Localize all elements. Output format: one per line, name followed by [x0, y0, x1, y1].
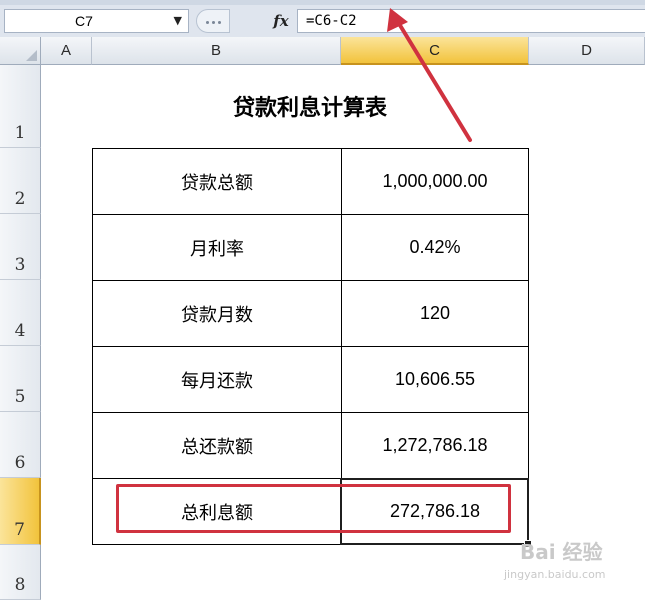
annotation-arrow-icon [387, 8, 472, 142]
